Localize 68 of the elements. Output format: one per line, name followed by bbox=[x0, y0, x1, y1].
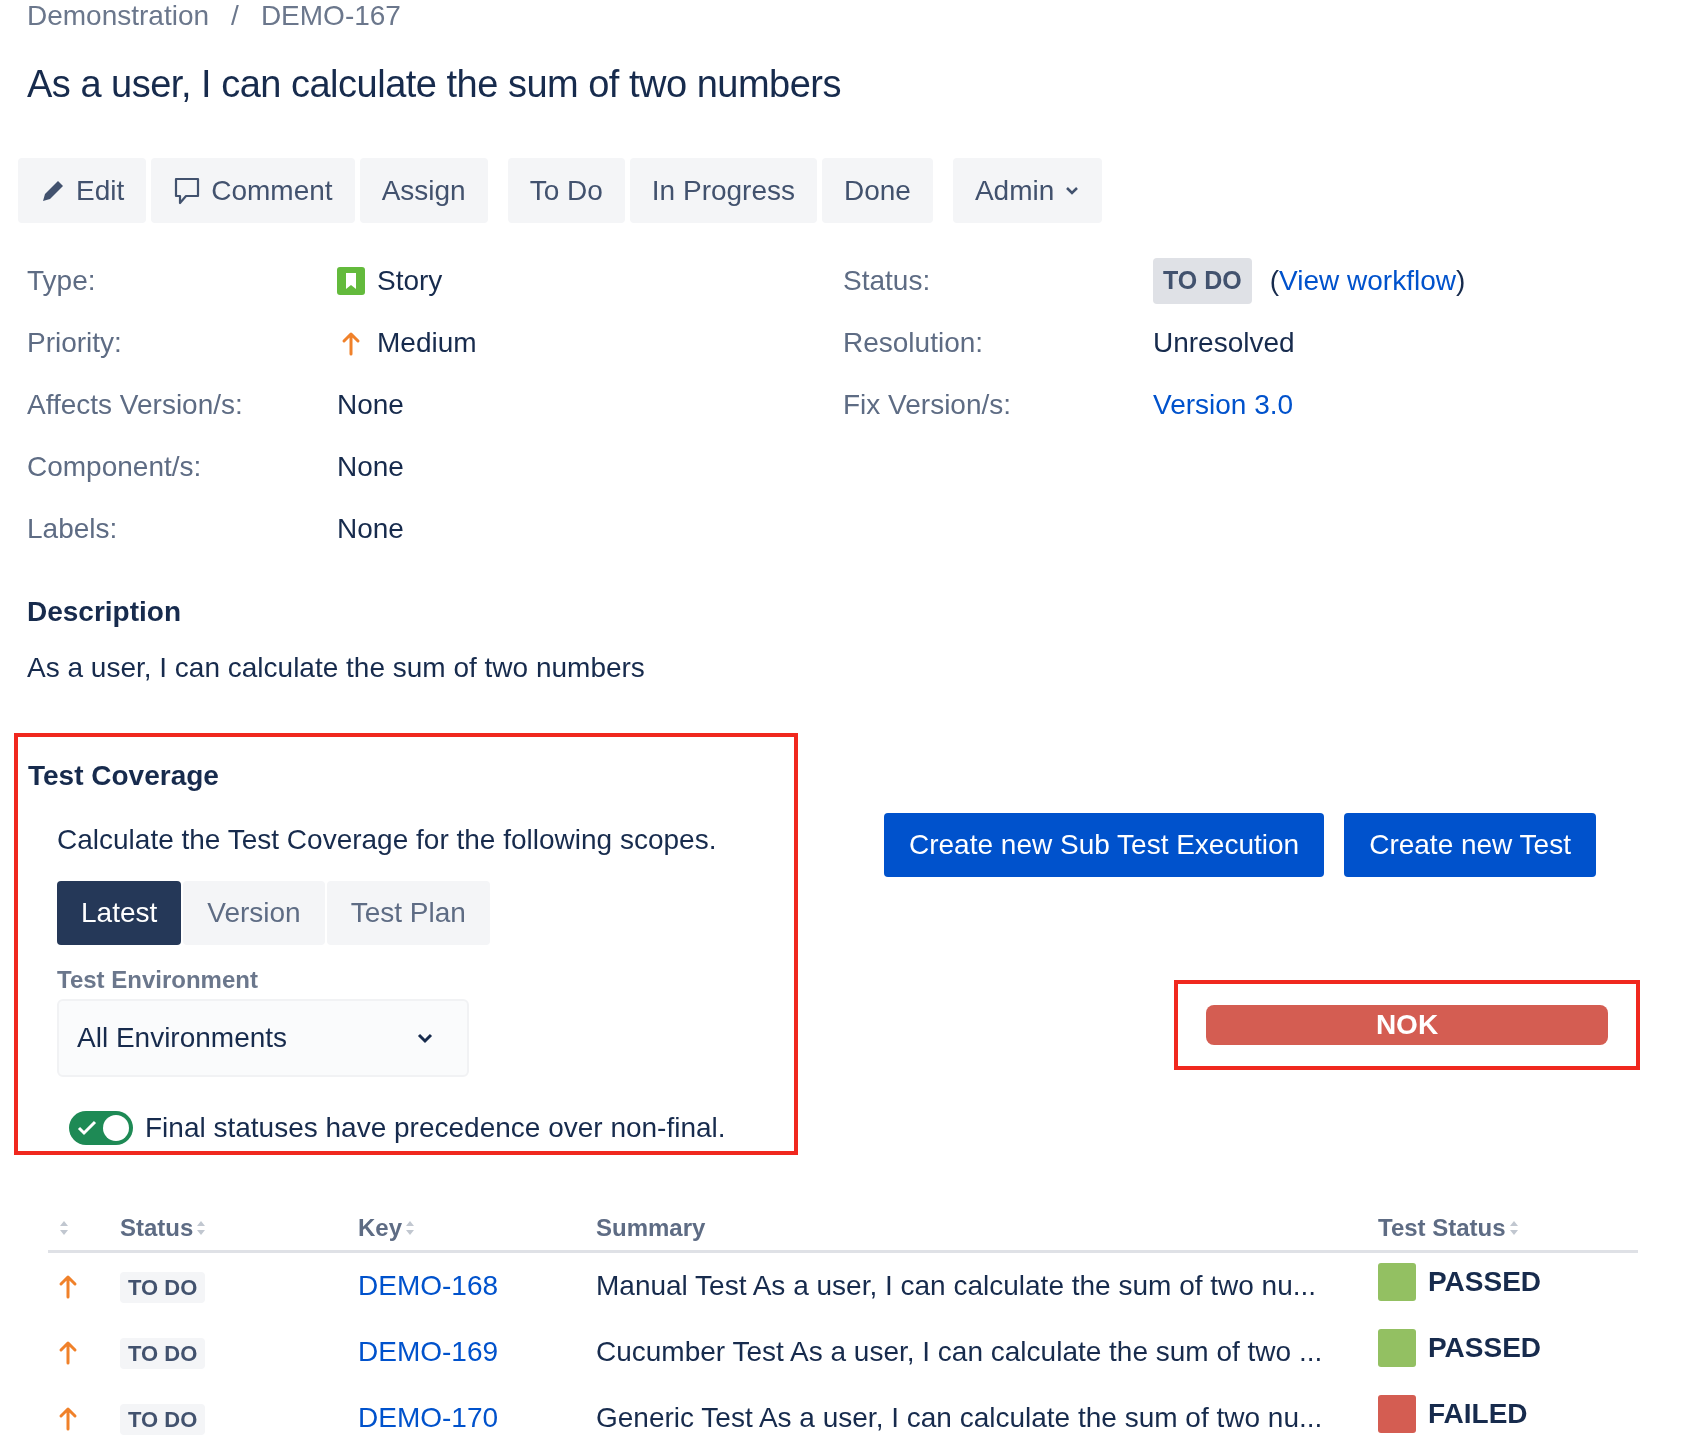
primary-button[interactable]: Create new Test bbox=[1344, 813, 1596, 877]
table-cell: Manual Test As a user, I can calculate the sum of two nu... bbox=[596, 1270, 1317, 1301]
column-header[interactable]: Key bbox=[358, 1209, 403, 1246]
primary-button[interactable]: Create new Sub Test Execution bbox=[884, 813, 1325, 877]
issue-key-link[interactable]: DEMO-168 bbox=[358, 1270, 499, 1301]
parenthesis: ( bbox=[1269, 264, 1280, 298]
section-heading: Description bbox=[27, 595, 183, 629]
toggle-switch[interactable] bbox=[69, 1111, 133, 1145]
scope-tab[interactable]: Version bbox=[183, 881, 325, 945]
test-status-text: PASSED bbox=[1428, 1331, 1542, 1365]
toolbar-button[interactable]: Edit bbox=[18, 158, 147, 223]
field-value: None bbox=[337, 388, 404, 422]
field-value: Unresolved bbox=[1153, 326, 1295, 360]
arrow-up-icon bbox=[58, 1273, 78, 1299]
scope-tab[interactable]: Latest bbox=[57, 881, 182, 945]
status-lozenge: TO DO bbox=[1153, 258, 1252, 304]
column-header[interactable]: Test Status bbox=[1378, 1209, 1506, 1246]
field-label: Resolution: bbox=[843, 326, 985, 360]
arrow-up-icon bbox=[341, 330, 361, 356]
table-cell: Cucumber Test As a user, I can calculate the sum of two ... bbox=[596, 1336, 1323, 1367]
status-lozenge: TO DO bbox=[120, 1272, 206, 1303]
field-label: Labels: bbox=[27, 512, 119, 546]
field-label: Affects Version/s: bbox=[27, 388, 244, 422]
section-heading: Test Coverage bbox=[28, 759, 220, 793]
status-lozenge: TO DO bbox=[120, 1404, 206, 1435]
checkmark-icon bbox=[77, 1120, 97, 1136]
scope-tab[interactable]: Test Plan bbox=[326, 881, 490, 945]
field-value: Story bbox=[377, 264, 443, 298]
issue-key-link[interactable]: DEMO-170 bbox=[358, 1402, 499, 1433]
column-header[interactable]: Summary bbox=[596, 1209, 706, 1246]
field-label: Fix Version/s: bbox=[843, 388, 1013, 422]
description-text: As a user, I can calculate the sum of two numbers bbox=[27, 651, 646, 685]
speech-bubble-icon bbox=[173, 175, 202, 206]
view-workflow-link[interactable]: View workflow bbox=[1279, 260, 1456, 302]
breadcrumb-link[interactable]: DEMO-167 bbox=[260, 0, 401, 32]
issue-title: As a user, I can calculate the sum of two numbers bbox=[27, 62, 843, 106]
bookmark-icon bbox=[337, 267, 365, 295]
table-cell: Generic Test As a user, I can calculate the sum of two nu... bbox=[596, 1402, 1323, 1433]
breadcrumb-separator: / bbox=[231, 0, 239, 32]
field-label: Test Environment bbox=[57, 965, 259, 995]
field-value: None bbox=[337, 450, 404, 484]
field-value: None bbox=[337, 512, 404, 546]
status-lozenge: TO DO bbox=[120, 1338, 206, 1369]
toolbar-button[interactable]: Assign bbox=[359, 158, 488, 223]
toolbar-button[interactable]: In Progress bbox=[629, 158, 817, 223]
toolbar-button[interactable]: To Do bbox=[507, 158, 625, 223]
toolbar-button[interactable]: Comment bbox=[151, 158, 355, 223]
field-label: Component/s: bbox=[27, 450, 203, 484]
field-label: Priority: bbox=[27, 326, 123, 360]
environment-dropdown[interactable]: All Environments bbox=[57, 999, 469, 1077]
parenthesis: ) bbox=[1455, 264, 1466, 298]
toolbar-button[interactable]: Admin bbox=[952, 158, 1103, 223]
coverage-status-bar: NOK bbox=[1206, 1005, 1608, 1045]
toolbar-button[interactable]: Done bbox=[822, 158, 933, 223]
arrow-up-icon bbox=[58, 1339, 78, 1365]
column-header[interactable]: Status bbox=[120, 1209, 194, 1246]
breadcrumb-link[interactable]: Demonstration bbox=[27, 0, 210, 32]
chevron-down-icon bbox=[415, 1031, 435, 1045]
toggle-label: Final statuses have precedence over non-final. bbox=[145, 1111, 726, 1145]
intro-text: Calculate the Test Coverage for the following scopes. bbox=[57, 823, 718, 857]
issue-key-link[interactable]: DEMO-169 bbox=[358, 1336, 499, 1367]
test-status-text: PASSED bbox=[1428, 1265, 1542, 1299]
field-value-link[interactable]: Version 3.0 bbox=[1153, 384, 1294, 426]
field-label: Type: bbox=[27, 264, 97, 298]
field-label: Status: bbox=[843, 264, 932, 298]
arrow-up-icon bbox=[58, 1405, 78, 1431]
field-value: Medium bbox=[377, 326, 477, 360]
test-status-text: FAILED bbox=[1428, 1397, 1528, 1431]
